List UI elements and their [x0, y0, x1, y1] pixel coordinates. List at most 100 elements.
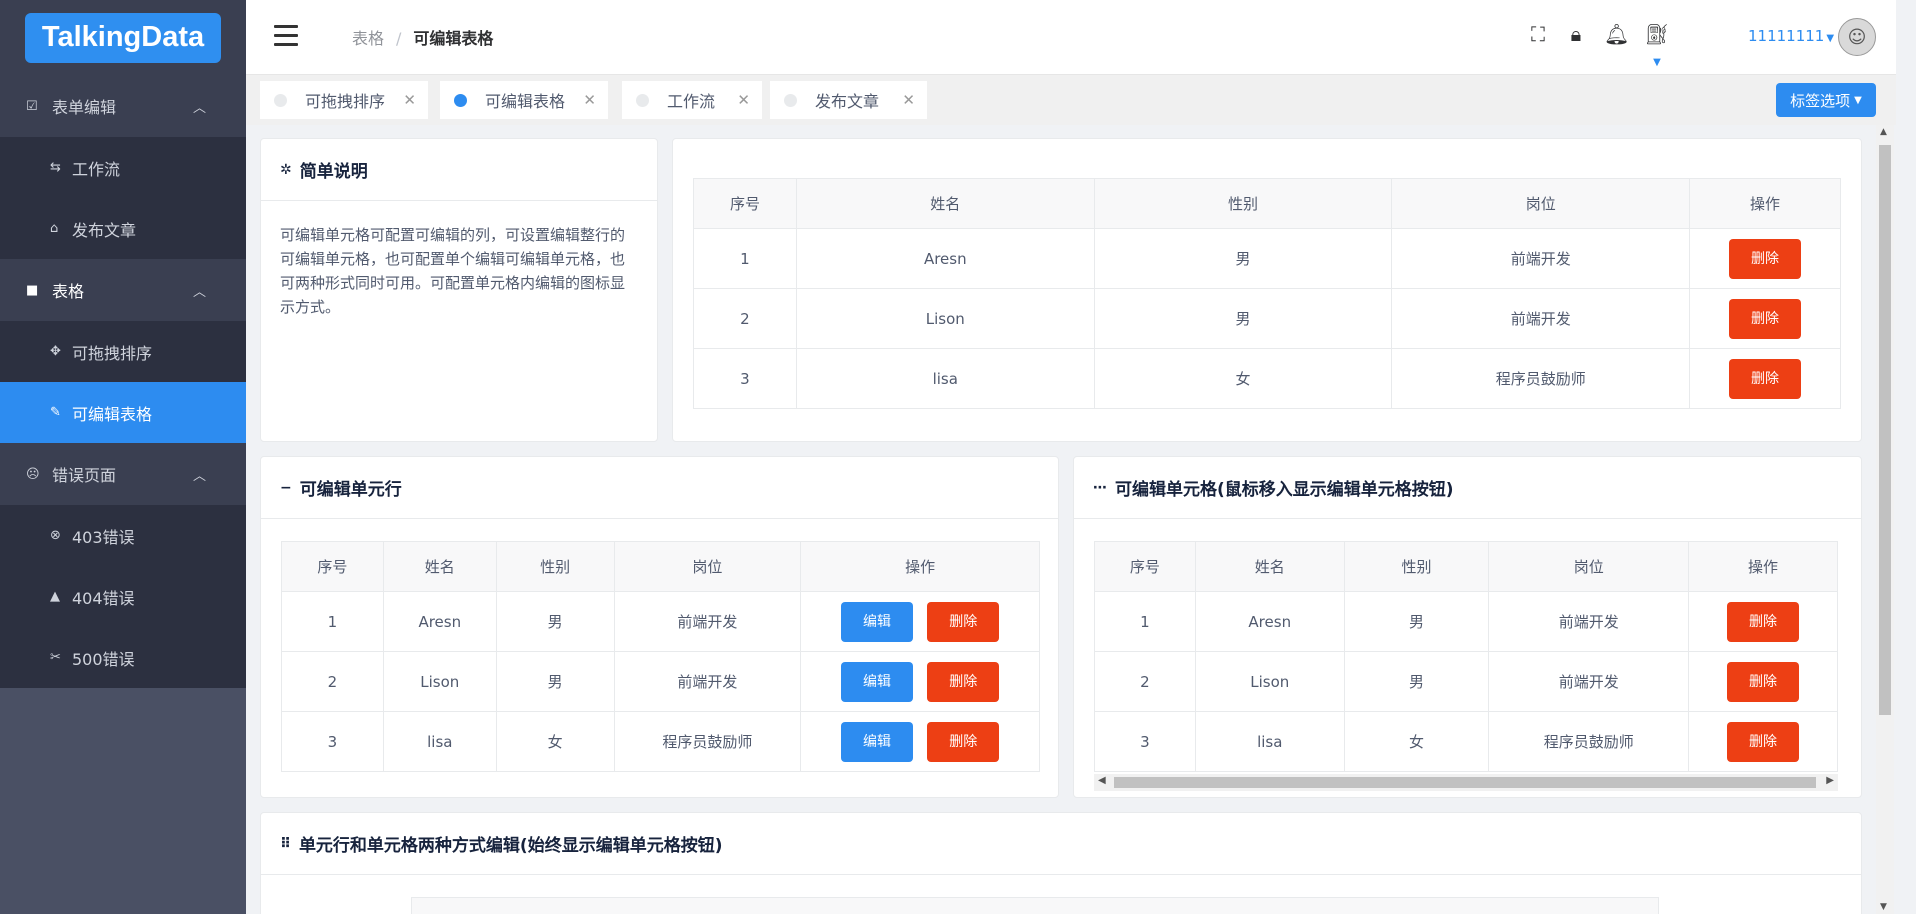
data-table: 序号 姓名 性别 岗位 操作 1 Aresn 男 前端开发 删除 2 Lison…	[1094, 541, 1838, 772]
sidebar-item-500[interactable]: ✂ 500错误	[0, 627, 246, 688]
lock-icon[interactable]: 🔒︎	[1566, 22, 1586, 70]
avatar[interactable]: ☺	[1838, 18, 1876, 56]
scrollbar-thumb[interactable]	[1879, 145, 1891, 715]
column-header: 操作	[1688, 541, 1838, 592]
cell-job: 程序员鼓励师	[613, 711, 802, 772]
cell-actions: 删除	[1689, 348, 1841, 409]
cell-name[interactable]: Lison	[1194, 651, 1345, 712]
breadcrumb-separator: /	[396, 29, 402, 48]
cell-gender[interactable]: 女	[1343, 711, 1490, 772]
tools-icon: ✂	[50, 650, 61, 665]
menu-group-error[interactable]: ☹ 错误页面 ︿	[0, 443, 246, 505]
tab-label: 发布文章	[815, 92, 880, 111]
breadcrumb: 表格 / 可编辑表格	[352, 25, 493, 49]
editable-cell-card: ⋯ 可编辑单元格(鼠标移入显示编辑单元格按钮) 序号 姓名 性别 岗位 操作 1…	[1073, 456, 1862, 798]
sidebar-item-label: 403错误	[72, 527, 135, 547]
tab-editable-table[interactable]: 可编辑表格 ✕	[440, 81, 608, 119]
column-header: 性别	[1343, 541, 1490, 592]
sidebar-item-label: 发布文章	[72, 220, 137, 240]
column-header: 操作	[1689, 178, 1841, 229]
edit-button[interactable]: 编辑	[840, 721, 913, 762]
breadcrumb-item[interactable]: 表格	[352, 29, 384, 48]
delete-button[interactable]: 删除	[927, 601, 1000, 642]
scroll-down-icon[interactable]: ▼	[1880, 902, 1887, 912]
delete-button[interactable]: 删除	[1729, 238, 1802, 279]
tab-label: 可编辑表格	[485, 92, 566, 111]
user-dropdown[interactable]: 11111111 ▼	[1748, 27, 1834, 45]
scroll-right-icon[interactable]: ▶	[1826, 775, 1834, 786]
table-row: 2 Lison 男 前端开发 删除	[1094, 651, 1838, 712]
grid-icon: ⠿	[280, 835, 291, 852]
cell-id: 1	[1094, 591, 1196, 652]
cell-actions: 编辑 删除	[800, 591, 1040, 652]
menu-group-label: 错误页面	[52, 466, 117, 485]
sidebar-item-404[interactable]: ▲ 404错误	[0, 566, 246, 627]
scroll-left-icon[interactable]: ◀	[1098, 775, 1106, 786]
snowflake-icon: ✲	[280, 161, 292, 178]
card-title: ⠿ 单元行和单元格两种方式编辑(始终显示编辑单元格按钮)	[261, 813, 1861, 875]
menu-group-form[interactable]: ☑ 表单编辑 ︿	[0, 75, 246, 137]
cell-name[interactable]: lisa	[1194, 711, 1345, 772]
column-header: 岗位	[613, 541, 802, 592]
fullscreen-icon[interactable]: ⛶	[1528, 22, 1548, 70]
delete-button[interactable]: 删除	[1727, 721, 1800, 762]
delete-button[interactable]: 删除	[1727, 661, 1800, 702]
delete-button[interactable]: 删除	[927, 721, 1000, 762]
logo[interactable]: TalkingData	[25, 12, 221, 63]
tab-publish[interactable]: 发布文章 ✕	[770, 81, 927, 119]
column-header: 岗位	[1391, 178, 1691, 229]
sidebar-item-publish[interactable]: ⌂ 发布文章	[0, 198, 246, 259]
menu-group-table[interactable]: ■ 表格 ︿	[0, 259, 246, 321]
scrollbar-thumb[interactable]	[1114, 777, 1816, 788]
column-header: 岗位	[1488, 541, 1690, 592]
description-card: ✲ 简单说明 可编辑单元格可配置可编辑的列，可设置编辑整行的可编辑单元格，也可配…	[260, 138, 658, 442]
horizontal-scrollbar[interactable]: ◀ ▶	[1094, 774, 1838, 791]
table-row: 3 lisa 女 程序员鼓励师 删除	[693, 348, 1841, 409]
theme-paint-icon[interactable]: ⛽︎▼	[1642, 22, 1672, 70]
cell-gender[interactable]: 男	[1343, 651, 1490, 712]
cell-job[interactable]: 前端开发	[1488, 591, 1690, 652]
table-icon: ■	[26, 282, 39, 298]
cell-name[interactable]: Aresn	[1194, 591, 1345, 652]
menu-toggle-icon[interactable]	[274, 25, 298, 52]
sidebar-item-label: 500错误	[72, 649, 135, 669]
delete-button[interactable]: 删除	[1727, 601, 1800, 642]
scroll-up-icon[interactable]: ▲	[1880, 127, 1887, 137]
tab-drag-sort[interactable]: 可拖拽排序 ✕	[260, 81, 428, 119]
data-table: 序号 姓名 性别 岗位 操作 1 Aresn 男 前端开发 编辑 删除 2 Li…	[281, 541, 1040, 772]
sidebar-item-label: 工作流	[72, 159, 121, 179]
cell-actions: 删除	[1688, 711, 1838, 772]
table-row: 3 lisa 女 程序员鼓励师 删除	[1094, 711, 1838, 772]
delete-button[interactable]: 删除	[1729, 358, 1802, 399]
sidebar-item-label: 404错误	[72, 588, 135, 608]
tab-options-button[interactable]: 标签选项 ▼	[1776, 83, 1876, 117]
cell-job[interactable]: 前端开发	[1488, 651, 1690, 712]
checkbox-icon: ☑	[26, 98, 38, 114]
tab-workflow[interactable]: 工作流 ✕	[622, 81, 762, 119]
cell-job[interactable]: 程序员鼓励师	[1488, 711, 1690, 772]
data-table: 序号 姓名 性别 岗位 操作 1 Aresn 男 前端开发 删除 2 Lison…	[693, 178, 1841, 409]
sidebar-item-drag-sort[interactable]: ✥ 可拖拽排序	[0, 321, 246, 382]
cell-job: 前端开发	[1391, 288, 1691, 349]
sidebar-item-workflow[interactable]: ⇆ 工作流	[0, 137, 246, 198]
sidebar-item-label: 可拖拽排序	[72, 343, 153, 363]
sidebar-item-editable-table[interactable]: ✎ 可编辑表格	[0, 382, 246, 443]
chevron-up-icon: ︿	[192, 468, 206, 484]
close-icon[interactable]: ✕	[737, 91, 750, 109]
cell-gender[interactable]: 男	[1343, 591, 1490, 652]
ellipsis-icon: ⋯	[1093, 479, 1107, 496]
edit-button[interactable]: 编辑	[840, 661, 913, 702]
edit-button[interactable]: 编辑	[840, 601, 913, 642]
pencil-icon: ✎	[50, 405, 61, 420]
sidebar-item-403[interactable]: ⊗ 403错误	[0, 505, 246, 566]
delete-button[interactable]: 删除	[1729, 298, 1802, 339]
close-icon[interactable]: ✕	[902, 91, 915, 109]
column-header: 性别	[1093, 178, 1393, 229]
close-icon[interactable]: ✕	[583, 91, 596, 109]
caret-down-icon: ▼	[1826, 33, 1835, 44]
bell-icon[interactable]: 🔔︎	[1604, 22, 1629, 70]
vertical-scrollbar[interactable]: ▲ ▼	[1876, 125, 1894, 914]
delete-button[interactable]: 删除	[927, 661, 1000, 702]
close-icon[interactable]: ✕	[403, 91, 416, 109]
cell-gender: 女	[495, 711, 615, 772]
